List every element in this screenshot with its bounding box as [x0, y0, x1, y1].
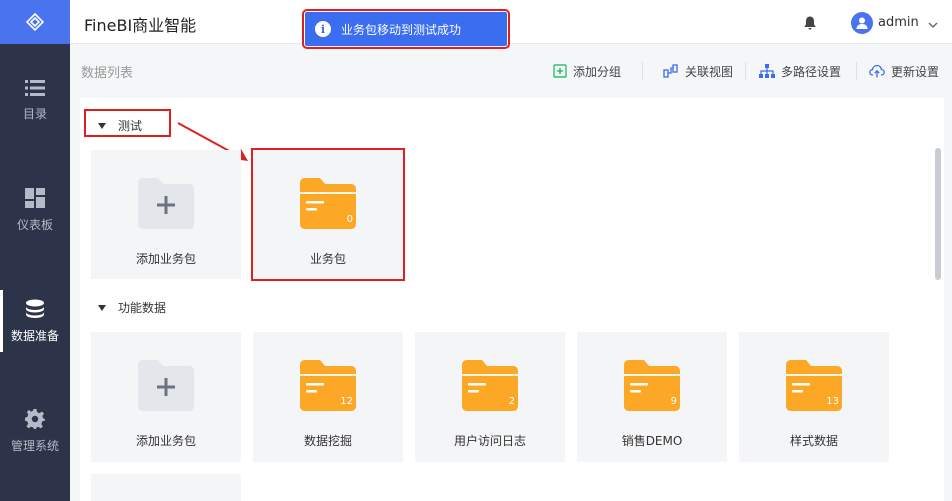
relation-view-button[interactable]: 关联视图 [663, 62, 733, 80]
user-menu-toggle[interactable] [928, 15, 938, 34]
page-title: 数据列表 [81, 66, 134, 81]
card-name: 添加业务包 [135, 252, 196, 266]
relation-view-label: 关联视图 [685, 64, 734, 79]
sidebar-item-dashboard[interactable]: 仪表板 [0, 165, 70, 255]
sidebar-item-catalog[interactable]: 目录 [0, 55, 70, 145]
card-name: 业务包 [309, 252, 346, 266]
group-header-function-data[interactable]: 功能数据 [98, 299, 166, 316]
multi-path-label: 多路径设置 [781, 64, 842, 79]
package-count: 2 [508, 396, 515, 407]
package-card[interactable]: 0 业务包 [251, 148, 405, 281]
cloud-upload-icon [869, 64, 885, 78]
hierarchy-icon [759, 64, 775, 78]
logo-icon [25, 12, 45, 32]
scrollbar[interactable] [935, 148, 941, 280]
package-count: 9 [670, 396, 677, 407]
toast-message: 业务包移动到测试成功 [341, 22, 462, 37]
sidebar: 目录 仪表板 数据准备 管理系统 [0, 0, 70, 501]
avatar[interactable] [851, 12, 873, 34]
toolbar-divider [856, 62, 857, 80]
notification-button[interactable] [804, 15, 816, 34]
add-package-icon [138, 359, 194, 411]
group-header-test[interactable]: 测试 [98, 117, 142, 134]
card-name: 添加业务包 [135, 434, 196, 448]
package-card[interactable]: 2 用户访问日志 [415, 332, 565, 462]
app-title: FineBI商业智能 [84, 16, 197, 35]
update-settings-label: 更新设置 [891, 64, 940, 79]
sidebar-item-label: 数据准备 [10, 328, 59, 343]
dashboard-icon [25, 187, 45, 208]
package-card[interactable]: 9 销售DEMO [577, 332, 727, 462]
add-package-icon [138, 177, 194, 229]
caret-down-icon [98, 122, 106, 129]
card-name: 用户访问日志 [453, 434, 526, 448]
top-header: FineBI商业智能 admin [70, 0, 952, 44]
chevron-down-icon [928, 22, 938, 28]
user-icon [856, 17, 868, 29]
database-icon [26, 299, 44, 318]
success-toast: i 业务包移动到测试成功 [302, 9, 510, 49]
folder-icon: 2 [462, 359, 518, 415]
sidebar-item-data-prep[interactable]: 数据准备 [0, 276, 70, 366]
folder-icon: 12 [300, 359, 356, 415]
folder-icon: 0 [300, 177, 356, 233]
add-group-label: 添加分组 [573, 64, 622, 79]
app-logo[interactable] [0, 0, 70, 44]
info-icon: i [315, 21, 331, 37]
relation-icon [663, 64, 678, 78]
update-settings-button[interactable]: 更新设置 [869, 62, 939, 80]
package-card[interactable]: 12 数据挖掘 [253, 332, 403, 462]
gear-icon [25, 408, 45, 429]
card-name: 销售DEMO [621, 434, 683, 448]
sidebar-item-label: 仪表板 [16, 217, 53, 232]
toolbar-divider [642, 62, 643, 80]
list-icon [25, 79, 45, 96]
sidebar-item-label: 目录 [22, 106, 47, 121]
folder-icon: 13 [786, 359, 842, 415]
user-name[interactable]: admin [878, 15, 919, 30]
package-count: 12 [340, 396, 353, 407]
package-card[interactable]: 13 样式数据 [739, 332, 889, 462]
add-group-button[interactable]: 添加分组 [553, 62, 621, 80]
package-count: 13 [826, 396, 839, 407]
folder-icon: 9 [624, 359, 680, 415]
group-name: 功能数据 [118, 301, 167, 315]
card-name: 样式数据 [789, 434, 838, 448]
bell-icon [804, 16, 816, 30]
multi-path-button[interactable]: 多路径设置 [759, 62, 841, 80]
group-name: 测试 [118, 119, 143, 133]
package-card-partial[interactable] [91, 474, 241, 501]
card-name: 数据挖掘 [303, 434, 352, 448]
package-count: 0 [346, 214, 353, 225]
toolbar-divider [745, 62, 746, 80]
add-package-card[interactable]: 添加业务包 [91, 150, 241, 279]
caret-down-icon [98, 304, 106, 311]
sidebar-item-label: 管理系统 [10, 438, 59, 453]
add-package-card[interactable]: 添加业务包 [91, 332, 241, 462]
add-group-icon [553, 64, 567, 78]
sidebar-item-admin[interactable]: 管理系统 [0, 386, 70, 476]
